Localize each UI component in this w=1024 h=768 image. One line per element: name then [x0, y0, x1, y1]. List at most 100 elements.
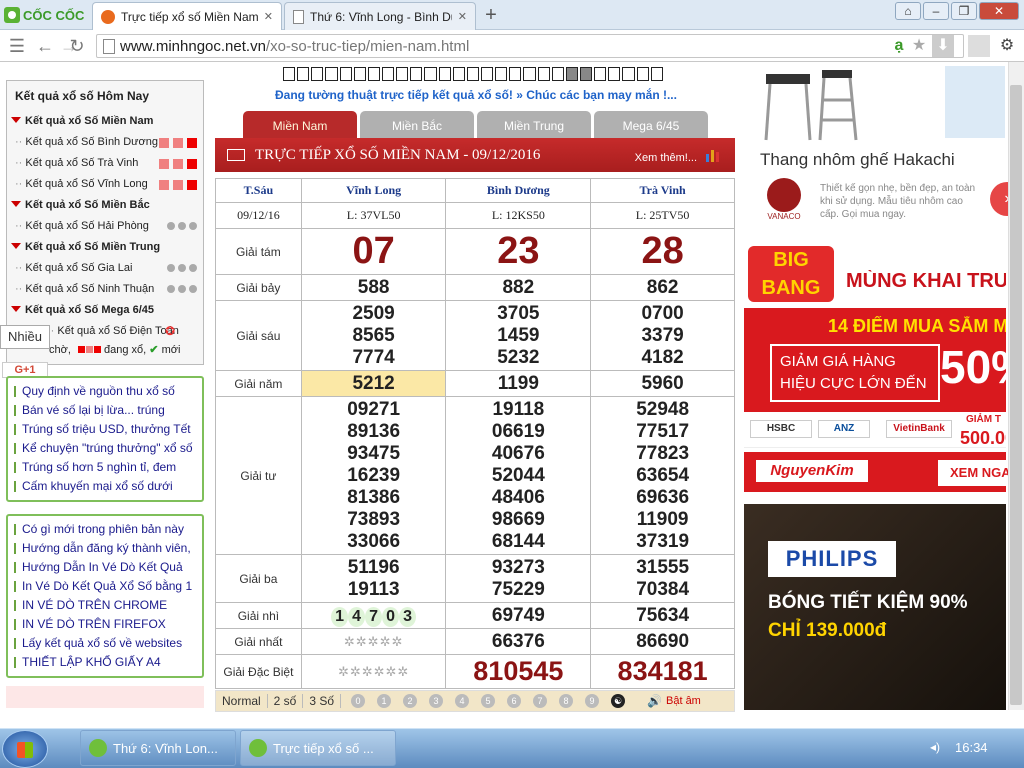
province-vinh-long[interactable]: Vĩnh Long [300, 178, 447, 203]
news-link[interactable]: Trúng số triệu USD, thưởng Tết [14, 422, 191, 436]
help-link[interactable]: Hướng Dẫn In Vé Dò Kết Quả [14, 560, 183, 574]
prize-label-g6: Giải sáu [215, 300, 302, 371]
digit-ball-0[interactable]: 0 [351, 694, 366, 708]
help-link[interactable]: Hướng dẫn đăng ký thành viên, [14, 541, 191, 555]
day-header: T.Sáu [215, 178, 302, 203]
extension-icon[interactable] [968, 35, 990, 57]
prize-value: 5232 [497, 346, 540, 368]
tab-mien-trung[interactable]: Miền Trung [477, 111, 591, 138]
tab-thu-6[interactable]: Thứ 6: Vĩnh Long - Bình Dương - ✕ [284, 2, 476, 30]
close-window-button[interactable]: ✕ [979, 2, 1019, 20]
province-tra-vinh[interactable]: Trà Vinh [590, 178, 735, 203]
taskbar-item-thu6[interactable]: Thứ 6: Vĩnh Lon... [80, 730, 236, 766]
share-counter[interactable]: Nhiều [0, 325, 50, 349]
digit-filter: 0123456789 [345, 694, 605, 708]
yin-yang-icon[interactable]: ☯ [611, 694, 626, 708]
prize-value: 93273 [491, 556, 545, 578]
prize-value: 98669 [491, 508, 545, 530]
sidebar-item-binh-duong[interactable]: Kết quả xổ Số Bình Dương [15, 136, 158, 148]
help-link[interactable]: IN VÉ DÒ TRÊN FIREFOX [14, 617, 166, 631]
coccoc-icon [89, 739, 107, 757]
province-binh-duong[interactable]: Bình Dương [445, 178, 592, 203]
lottery-balls-image[interactable] [6, 686, 204, 708]
digit-ball-5[interactable]: 5 [481, 694, 496, 708]
digit-ball-8[interactable]: 8 [559, 694, 574, 708]
status-live-icon [159, 180, 169, 190]
close-tab-icon[interactable]: ✕ [458, 10, 467, 23]
start-button[interactable] [2, 730, 48, 768]
news-link[interactable]: Cấm khuyến mại xổ số dưới [14, 479, 173, 493]
sidebar-item-hai-phong[interactable]: Kết quả xổ Số Hải Phòng [15, 220, 149, 232]
progress-square [523, 67, 536, 81]
legend-live-icon [77, 346, 85, 353]
sidebar-item-tra-vinh[interactable]: Kết quả xổ Số Trà Vinh [15, 157, 138, 169]
digit-ball-4[interactable]: 4 [455, 694, 470, 708]
digit-ball-9[interactable]: 9 [585, 694, 600, 708]
status-live-icon [173, 138, 183, 148]
home-window-button[interactable]: ⌂ [895, 2, 921, 20]
chart-icon[interactable] [705, 148, 723, 162]
digit-ball-6[interactable]: 6 [507, 694, 522, 708]
mode-3so-button[interactable]: 3 Số [303, 694, 342, 708]
news-link[interactable]: Trúng số hơn 5 nghìn tỉ, đem [13, 460, 176, 474]
translate-icon[interactable]: ạ [888, 35, 910, 57]
scrollbar-thumb[interactable] [1010, 85, 1022, 705]
help-link[interactable]: THIẾT LẬP KHỔ GIẤY A4 [14, 655, 161, 669]
digit-ball-3[interactable]: 3 [429, 694, 444, 708]
mode-normal-button[interactable]: Normal [216, 694, 268, 708]
help-link[interactable]: In Vé Dò Kết Quả Xổ Số bằng 1 [13, 579, 192, 593]
news-link[interactable]: Quy định về nguồn thu xổ số [14, 384, 175, 398]
tab-mien-nam[interactable]: Miền Nam [243, 111, 357, 138]
digit-ball-1[interactable]: 1 [377, 694, 392, 708]
table-controls: Normal 2 số 3 Số 0123456789 ☯ 🔊 Bật âm [215, 690, 735, 712]
news-link[interactable]: Bán vé số lại bị lừa... trúng [14, 403, 165, 417]
prize-label-g8: Giải tám [215, 228, 302, 275]
bookmark-star-icon[interactable]: ★ [908, 35, 930, 57]
minimize-button[interactable]: – [923, 2, 949, 20]
maximize-button[interactable]: ❐ [951, 2, 977, 20]
speaker-icon[interactable]: 🔊 [647, 694, 662, 708]
prize-pending: ✲✲✲✲✲ [300, 628, 447, 655]
sidebar-item-gia-lai[interactable]: Kết quả xổ Số Gia Lai [15, 262, 132, 274]
download-icon[interactable]: ⬇ [932, 35, 954, 57]
sidebar-heading-mien-trung[interactable]: Kết quả xổ Số Miền Trung [11, 241, 160, 253]
help-link[interactable]: Lấy kết quả xổ số về websites [13, 636, 182, 650]
menu-icon[interactable]: ☰ [6, 35, 28, 57]
digit-ball-7[interactable]: 7 [533, 694, 548, 708]
tab-mega[interactable]: Mega 6/45 [594, 111, 708, 138]
digit-ball-2[interactable]: 2 [403, 694, 418, 708]
mode-2so-button[interactable]: 2 số [268, 694, 304, 708]
see-now-button[interactable]: XEM NGAY [938, 460, 1008, 486]
address-bar[interactable]: www.minhngoc.net.vn/xo-so-truc-tiep/mien… [96, 34, 964, 58]
sidebar-item-ninh-thuan[interactable]: Kết quả xổ Số Ninh Thuận [15, 283, 154, 295]
settings-icon[interactable]: ⚙ [996, 35, 1018, 57]
sidebar-item-dien-toan[interactable]: Kết quả xổ Số Điện Toán [47, 325, 179, 337]
tab-truc-tiep[interactable]: Trực tiếp xổ số Miền Nam » Kết ✕ [92, 2, 282, 30]
ad-title[interactable]: Thang nhôm ghế Hakachi [760, 150, 955, 170]
help-link[interactable]: Có gì mới trong phiên bản này [14, 522, 184, 536]
back-icon[interactable]: ← [34, 35, 56, 57]
taskbar-item-truc-tiep[interactable]: Trực tiếp xổ số ... [240, 730, 396, 766]
see-more-link[interactable]: Xem thêm!... [635, 152, 697, 164]
sidebar-heading-mien-nam[interactable]: Kết quả xổ Số Miền Nam [11, 115, 153, 127]
tab-mien-bac[interactable]: Miền Bắc [360, 111, 474, 138]
system-clock[interactable]: 16:34 [955, 740, 988, 755]
ad-500k: 500.000 [960, 428, 1006, 448]
close-tab-icon[interactable]: ✕ [264, 10, 273, 23]
browser-logo[interactable]: CỐC CỐC [4, 3, 90, 27]
sound-toggle[interactable]: Bật âm [666, 695, 701, 707]
reload-icon[interactable]: ↻ [66, 35, 88, 57]
sidebar-heading-mega[interactable]: Kết quả xổ Số Mega 6/45 [11, 304, 154, 316]
progress-square [537, 67, 550, 81]
ad3-headline: BÓNG TIẾT KIỆM 90% [768, 592, 968, 613]
volume-icon[interactable]: ◂) [930, 740, 954, 756]
results-header: TRỰC TIẾP XỔ SỐ MIỀN NAM - 09/12/2016 Xe… [215, 138, 735, 172]
help-link[interactable]: IN VÉ DÒ TRÊN CHROME [13, 598, 167, 612]
prize-value: 8565 [352, 324, 395, 346]
sidebar-item-vinh-long[interactable]: Kết quả xổ Số Vĩnh Long [15, 178, 147, 190]
progress-square [410, 67, 423, 81]
sidebar-heading-mien-bac[interactable]: Kết quả xổ Số Miền Bắc [11, 199, 150, 211]
prize-cell: 93273 75229 [445, 554, 592, 603]
news-link[interactable]: Kể chuyện "trúng thưởng" xổ số [14, 441, 193, 455]
new-tab-button[interactable]: + [480, 4, 502, 26]
